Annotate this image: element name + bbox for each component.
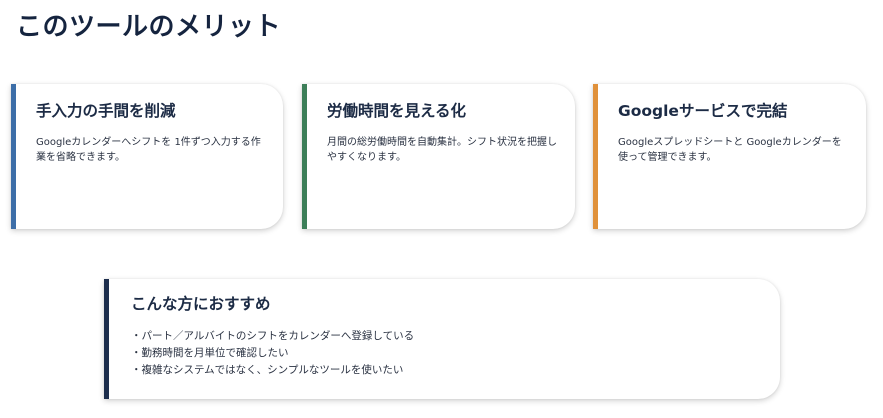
recommend-list: ・パート／アルバイトのシフトをカレンダーへ登録している ・勤務時間を月単位で確認… bbox=[131, 328, 762, 379]
benefit-card-title: 手入力の手間を削減 bbox=[36, 102, 176, 120]
list-item: ・勤務時間を月単位で確認したい bbox=[131, 347, 289, 359]
benefit-card-description: 月間の総労働時間を自動集計。シフト状況を把握しやすくなります。 bbox=[327, 137, 557, 163]
benefit-card-description: Googleカレンダーへシフトを 1件ずつ入力する作業を省略できます。 bbox=[36, 137, 261, 163]
benefit-card-description: Googleスプレッドシートと Googleカレンダーを使って管理できます。 bbox=[618, 137, 842, 163]
recommend-card-title: こんな方におすすめ bbox=[131, 295, 271, 313]
benefit-card-google-services: Googleサービスで完結 Googleスプレッドシートと Googleカレンダ… bbox=[593, 84, 866, 229]
benefit-card-title: Googleサービスで完結 bbox=[618, 102, 788, 120]
benefit-card-visualize-hours: 労働時間を見える化 月間の総労働時間を自動集計。シフト状況を把握しやすくなります… bbox=[302, 84, 575, 229]
benefit-card-title: 労働時間を見える化 bbox=[327, 102, 467, 120]
list-item: ・複雑なシステムではなく、シンプルなツールを使いたい bbox=[131, 364, 404, 376]
list-item: ・パート／アルバイトのシフトをカレンダーへ登録している bbox=[131, 330, 415, 342]
recommend-card: こんな方におすすめ ・パート／アルバイトのシフトをカレンダーへ登録している ・勤… bbox=[104, 279, 780, 399]
benefit-card-reduce-input: 手入力の手間を削減 Googleカレンダーへシフトを 1件ずつ入力する作業を省略… bbox=[11, 84, 283, 229]
page-title: このツールのメリット bbox=[16, 12, 282, 42]
